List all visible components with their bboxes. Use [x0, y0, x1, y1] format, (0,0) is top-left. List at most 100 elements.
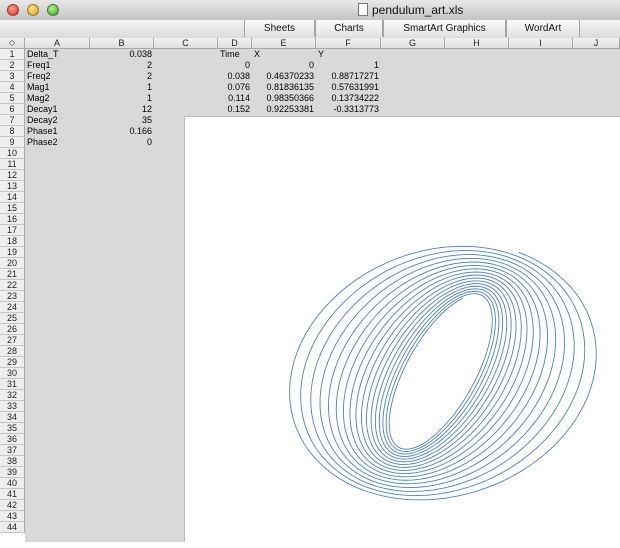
row-header[interactable]: 22 [0, 280, 25, 291]
param-value[interactable]: 12 [90, 104, 154, 115]
tab-sheets[interactable]: Sheets [244, 20, 315, 37]
param-value[interactable]: 0 [90, 137, 154, 148]
table-cell[interactable]: 0.92253381 [252, 104, 316, 115]
tab-charts[interactable]: Charts [315, 20, 383, 37]
table-cell[interactable]: 0.81836135 [252, 82, 316, 93]
row-header[interactable]: 23 [0, 291, 25, 302]
row-header[interactable]: 13 [0, 181, 25, 192]
row-header[interactable]: 41 [0, 489, 25, 500]
row-header[interactable]: 5 [0, 93, 25, 104]
row-header[interactable]: 2 [0, 60, 25, 71]
row-header[interactable]: 14 [0, 192, 25, 203]
table-cell[interactable]: -0.3313773 [316, 104, 381, 115]
table-header-y[interactable]: Y [316, 49, 381, 60]
row-header[interactable]: 6 [0, 104, 25, 115]
zoom-window-button[interactable] [47, 4, 59, 16]
table-header-time[interactable]: Time [218, 49, 252, 60]
table-cell[interactable]: 1 [316, 60, 381, 71]
param-label[interactable]: Delta_T [25, 49, 90, 60]
table-cell[interactable]: 0.57631991 [316, 82, 381, 93]
column-header-h[interactable]: H [445, 38, 509, 49]
column-header-i[interactable]: I [509, 38, 573, 49]
param-label[interactable]: Freq2 [25, 71, 90, 82]
column-header-a[interactable]: A [25, 38, 90, 49]
select-all-corner[interactable]: ◇ [0, 38, 25, 49]
row-header[interactable]: 25 [0, 313, 25, 324]
row-header[interactable]: 28 [0, 346, 25, 357]
row-header[interactable]: 17 [0, 225, 25, 236]
row-header[interactable]: 34 [0, 412, 25, 423]
row-header[interactable]: 40 [0, 478, 25, 489]
row-header[interactable]: 30 [0, 368, 25, 379]
row-header[interactable]: 24 [0, 302, 25, 313]
row-header[interactable]: 35 [0, 423, 25, 434]
table-cell[interactable]: 0 [218, 60, 252, 71]
param-label[interactable]: Freq1 [25, 60, 90, 71]
table-cell[interactable]: 0.88717271 [316, 71, 381, 82]
row-header[interactable]: 38 [0, 456, 25, 467]
column-header-c[interactable]: C [154, 38, 218, 49]
row-header[interactable]: 7 [0, 115, 25, 126]
row-header[interactable]: 32 [0, 390, 25, 401]
column-header-d[interactable]: D [218, 38, 252, 49]
row-header[interactable]: 42 [0, 500, 25, 511]
tab-smartart-graphics[interactable]: SmartArt Graphics [383, 20, 506, 37]
table-header-x[interactable]: X [252, 49, 316, 60]
param-value[interactable]: 2 [90, 60, 154, 71]
row-header[interactable]: 39 [0, 467, 25, 478]
param-label[interactable]: Decay1 [25, 104, 90, 115]
row-header[interactable]: 37 [0, 445, 25, 456]
gridline [154, 49, 155, 542]
row-header[interactable]: 9 [0, 137, 25, 148]
table-cell[interactable]: 0.038 [218, 71, 252, 82]
table-cell[interactable]: 0 [252, 60, 316, 71]
column-header-f[interactable]: F [316, 38, 381, 49]
row-header[interactable]: 43 [0, 511, 25, 522]
row-header[interactable]: 20 [0, 258, 25, 269]
param-label[interactable]: Decay2 [25, 115, 90, 126]
minimize-window-button[interactable] [27, 4, 39, 16]
column-header-e[interactable]: E [252, 38, 316, 49]
param-value[interactable]: 35 [90, 115, 154, 126]
param-value[interactable]: 1 [90, 82, 154, 93]
row-header[interactable]: 18 [0, 236, 25, 247]
param-label[interactable]: Mag1 [25, 82, 90, 93]
close-window-button[interactable] [7, 4, 19, 16]
row-header[interactable]: 33 [0, 401, 25, 412]
row-header[interactable]: 31 [0, 379, 25, 390]
param-value[interactable]: 1 [90, 93, 154, 104]
tab-wordart[interactable]: WordArt [506, 20, 580, 37]
row-header[interactable]: 15 [0, 203, 25, 214]
row-header[interactable]: 16 [0, 214, 25, 225]
table-cell[interactable]: 0.114 [218, 93, 252, 104]
column-header-g[interactable]: G [381, 38, 445, 49]
param-value[interactable]: 2 [90, 71, 154, 82]
row-header[interactable]: 36 [0, 434, 25, 445]
param-value[interactable]: 0.038 [90, 49, 154, 60]
param-value[interactable]: 0.166 [90, 126, 154, 137]
row-header[interactable]: 10 [0, 148, 25, 159]
table-cell[interactable]: 0.13734222 [316, 93, 381, 104]
column-header-j[interactable]: J [573, 38, 620, 49]
row-header[interactable]: 26 [0, 324, 25, 335]
table-cell[interactable]: 0.152 [218, 104, 252, 115]
row-header[interactable]: 29 [0, 357, 25, 368]
row-header[interactable]: 4 [0, 82, 25, 93]
column-header-b[interactable]: B [90, 38, 154, 49]
param-label[interactable]: Mag2 [25, 93, 90, 104]
row-header[interactable]: 3 [0, 71, 25, 82]
row-header[interactable]: 12 [0, 170, 25, 181]
table-cell[interactable]: 0.076 [218, 82, 252, 93]
embedded-chart[interactable] [184, 116, 620, 542]
row-header[interactable]: 1 [0, 49, 25, 60]
param-label[interactable]: Phase2 [25, 137, 90, 148]
row-header[interactable]: 8 [0, 126, 25, 137]
row-header[interactable]: 21 [0, 269, 25, 280]
table-cell[interactable]: 0.98350366 [252, 93, 316, 104]
row-header[interactable]: 27 [0, 335, 25, 346]
row-header[interactable]: 44 [0, 522, 25, 533]
row-header[interactable]: 11 [0, 159, 25, 170]
row-header[interactable]: 19 [0, 247, 25, 258]
param-label[interactable]: Phase1 [25, 126, 90, 137]
table-cell[interactable]: 0.46370233 [252, 71, 316, 82]
